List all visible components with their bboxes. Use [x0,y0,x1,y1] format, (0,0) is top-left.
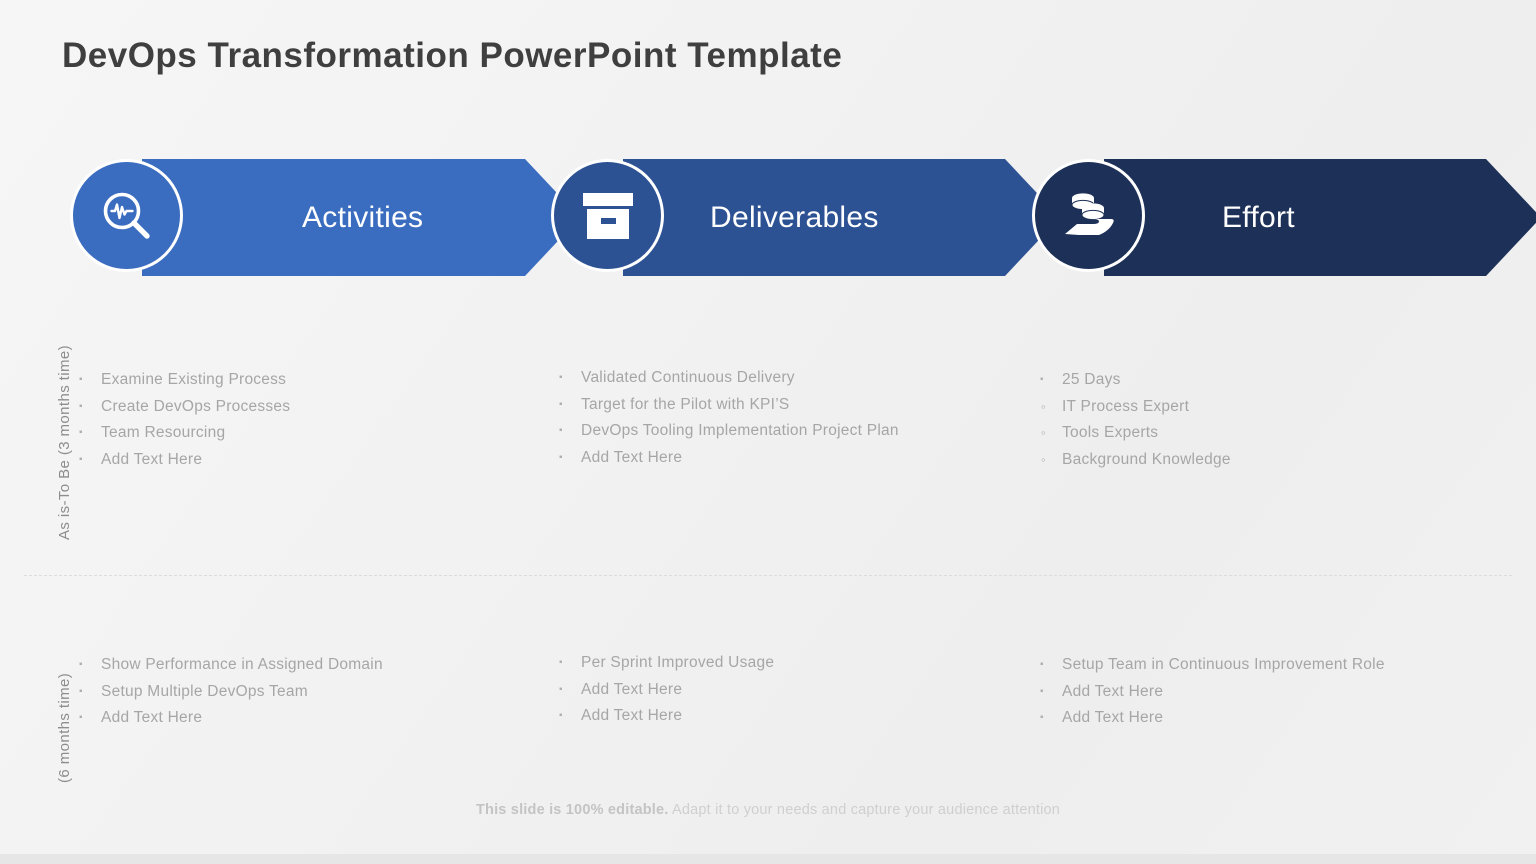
list-item-label: Per Sprint Improved Usage [581,654,775,671]
footer-note: This slide is 100% editable. Adapt it to… [0,802,1536,818]
list-item-label: Tools Experts [1062,424,1159,442]
circle-bullet-icon: ◦ [1041,398,1046,414]
list-item-label: Add Text Here [581,448,683,466]
list-item-label: Add Text Here [101,450,203,468]
slide-canvas: DevOps Transformation PowerPoint Templat… [0,0,1536,864]
list-item[interactable]: ▪ Add Text Here [1040,705,1385,732]
square-bullet-icon: ▪ [559,657,563,668]
list-item-label: 25 Days [1062,371,1121,388]
bullet-list-activities-bottom: ▪ Show Performance in Assigned Domain ▪ Se… [79,652,383,732]
list-item[interactable]: ▪ Create DevOps Processes [79,394,290,421]
list-item-label: DevOps Tooling Implementation Project Pl… [581,422,899,440]
list-item-label: Background Knowledge [1062,450,1231,468]
list-item[interactable]: ▪ Add Text Here [79,705,383,732]
square-bullet-icon: ▪ [559,425,563,437]
banner-effort[interactable]: Effort [1032,159,1469,276]
banner-label-effort: Effort [1222,201,1295,234]
list-item-label: Show Performance in Assigned Domain [101,656,383,673]
list-item-label: Add Text Here [101,709,203,727]
list-item-label: Add Text Here [581,680,683,698]
list-item[interactable]: ◦ IT Process Expert [1040,394,1231,421]
footer-note-strong: This slide is 100% editable. [475,802,669,818]
square-bullet-icon: ▪ [1040,685,1044,697]
square-bullet-icon: ▪ [79,400,83,412]
square-bullet-icon: ▪ [559,710,563,722]
list-item-label: Team Resourcing [101,424,226,442]
list-item[interactable]: ▪ Examine Existing Process [79,367,290,394]
badge-activities [70,159,183,272]
list-item-label: Validated Continuous Delivery [581,369,795,386]
list-item[interactable]: ▪ Add Text Here [559,445,899,472]
square-bullet-icon: ▪ [559,398,563,410]
banner-label-deliverables: Deliverables [710,201,879,234]
archive-box-icon [580,190,636,242]
banner-label-activities: Activities [302,201,424,234]
circle-bullet-icon: ◦ [1041,425,1046,441]
list-item[interactable]: ▪ Add Text Here [559,677,774,704]
square-bullet-icon: ▪ [79,659,83,670]
square-bullet-icon: ▪ [1040,659,1044,670]
square-bullet-icon: ▪ [559,451,563,463]
list-item-label: Setup Multiple DevOps Team [101,682,308,700]
bullet-list-deliverables-top: ▪ Validated Continuous Delivery ▪ Target f… [559,365,899,471]
bullet-list-activities-top: ▪ Examine Existing Process ▪ Create DevOps… [79,367,290,473]
bullet-list-deliverables-bottom: ▪ Per Sprint Improved Usage ▪ Add Text Her… [559,650,774,730]
list-item-label: Add Text Here [581,707,683,725]
list-item[interactable]: ▪ Add Text Here [1040,679,1385,706]
list-item-label: Examine Existing Process [101,371,287,388]
list-item-label: Add Text Here [1062,709,1164,727]
side-label-six-months: (6 months time) [56,672,73,783]
arrow-shape-effort [1104,159,1536,276]
list-item-label: Add Text Here [1062,682,1164,700]
list-item-label: IT Process Expert [1062,397,1190,415]
magnifier-pulse-icon [98,187,156,245]
circle-bullet-icon: ◦ [1041,451,1046,467]
list-item-label: Create DevOps Processes [101,397,291,415]
list-item[interactable]: ▪ Add Text Here [79,447,290,474]
page-title: DevOps Transformation PowerPoint Templat… [62,36,843,75]
list-item[interactable]: ◦ Tools Experts [1040,420,1231,447]
list-item[interactable]: ▪ DevOps Tooling Implementation Project P… [559,418,899,445]
list-item[interactable]: ◦ Background Knowledge [1040,447,1231,474]
footer-note-rest: Adapt it to your needs and capture your … [668,802,1061,818]
bullet-list-effort-bottom: ▪ Setup Team in Continuous Improvement Ro… [1040,652,1385,732]
list-item[interactable]: ▪ Validated Continuous Delivery [559,365,899,392]
list-item[interactable]: ▪ Setup Multiple DevOps Team [79,679,383,706]
list-item[interactable]: ▪ Team Resourcing [79,420,290,447]
list-item[interactable]: ▪ Add Text Here [559,703,774,730]
square-bullet-icon: ▪ [559,372,563,383]
row-divider [24,575,1512,576]
square-bullet-icon: ▪ [79,427,83,439]
square-bullet-icon: ▪ [79,712,83,724]
square-bullet-icon: ▪ [79,453,83,465]
list-item[interactable]: ▪ Show Performance in Assigned Domain [79,652,383,679]
bullet-list-effort-top: ▪ 25 Days ◦ IT Process Expert ◦ Tools Exper… [1040,367,1231,473]
banner-deliverables[interactable]: Deliverables [551,159,988,276]
list-item[interactable]: ▪ 25 Days [1040,367,1231,394]
list-item-label: Target for the Pilot with KPI’S [581,395,790,413]
list-item[interactable]: ▪ Setup Team in Continuous Improvement Ro… [1040,652,1385,679]
square-bullet-icon: ▪ [79,374,83,385]
list-item[interactable]: ▪ Per Sprint Improved Usage [559,650,774,677]
list-item-label: Setup Team in Continuous Improvement Rol… [1062,656,1385,673]
bottom-edge-strip [0,854,1536,864]
list-item[interactable]: ▪ Target for the Pilot with KPI’S [559,392,899,419]
square-bullet-icon: ▪ [1040,374,1044,385]
badge-deliverables [551,159,664,272]
banner-activities[interactable]: Activities [70,159,510,276]
square-bullet-icon: ▪ [79,685,83,697]
square-bullet-icon: ▪ [1040,712,1044,724]
badge-effort [1032,159,1145,272]
square-bullet-icon: ▪ [559,683,563,695]
hand-coins-icon [1059,188,1119,244]
side-label-as-is-to-be: As is-To Be (3 months time) [56,344,73,540]
